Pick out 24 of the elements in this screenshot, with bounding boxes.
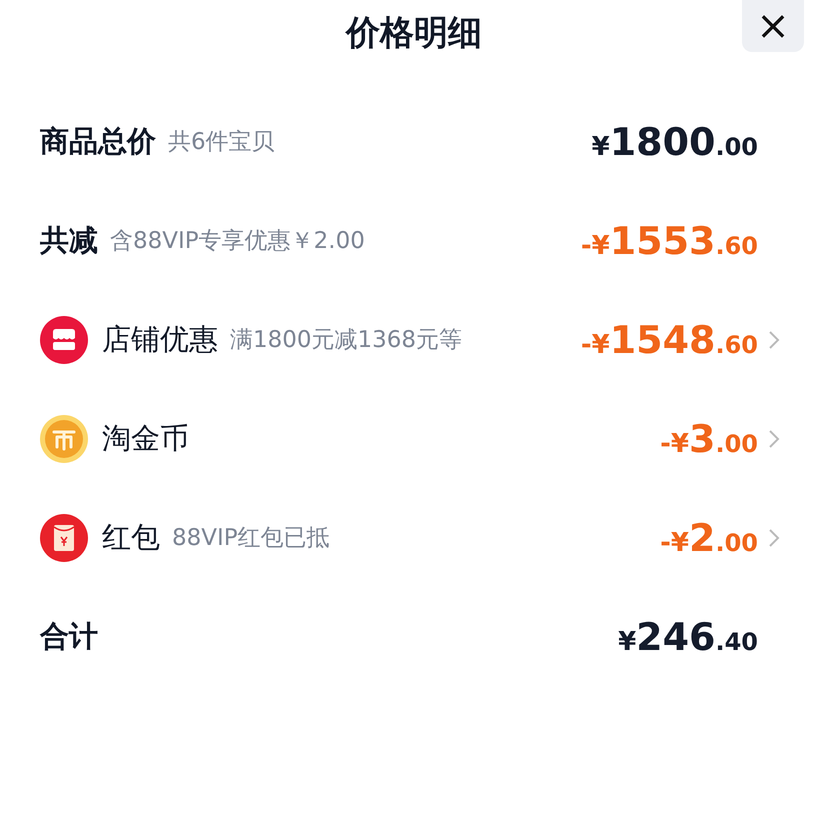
chevron-icon[interactable] bbox=[768, 428, 780, 448]
amount: -¥2.00 bbox=[660, 516, 758, 560]
row-note: 共6件宝贝 bbox=[168, 128, 275, 157]
amount: ¥1800.00 bbox=[592, 120, 758, 164]
row-label: 共减 bbox=[40, 222, 98, 258]
row-label: 合计 bbox=[40, 618, 98, 654]
row-label: 商品总价 bbox=[40, 122, 156, 160]
row-note: 含88VIP专享优惠￥2.00 bbox=[110, 227, 365, 256]
amount: -¥3.00 bbox=[660, 416, 758, 460]
coin-icon bbox=[40, 414, 88, 462]
shop-icon bbox=[40, 316, 88, 364]
row-note: 满1800元减1368元等 bbox=[230, 326, 462, 355]
envelope-icon bbox=[40, 514, 88, 562]
chevron-icon[interactable] bbox=[768, 528, 780, 548]
amount: ¥246.40 bbox=[618, 614, 758, 658]
row-label: 店铺优惠 bbox=[102, 320, 218, 358]
amount: -¥1548.60 bbox=[580, 318, 758, 362]
chevron-icon[interactable] bbox=[768, 330, 780, 350]
row-label: 淘金币 bbox=[102, 420, 189, 456]
sheet-title: 价格明细 bbox=[346, 12, 482, 55]
row-note: 88VIP红包已抵 bbox=[172, 524, 330, 553]
amount: -¥1553.60 bbox=[580, 218, 758, 262]
row-label: 红包 bbox=[102, 518, 160, 556]
close-button[interactable]: × bbox=[742, 0, 804, 52]
